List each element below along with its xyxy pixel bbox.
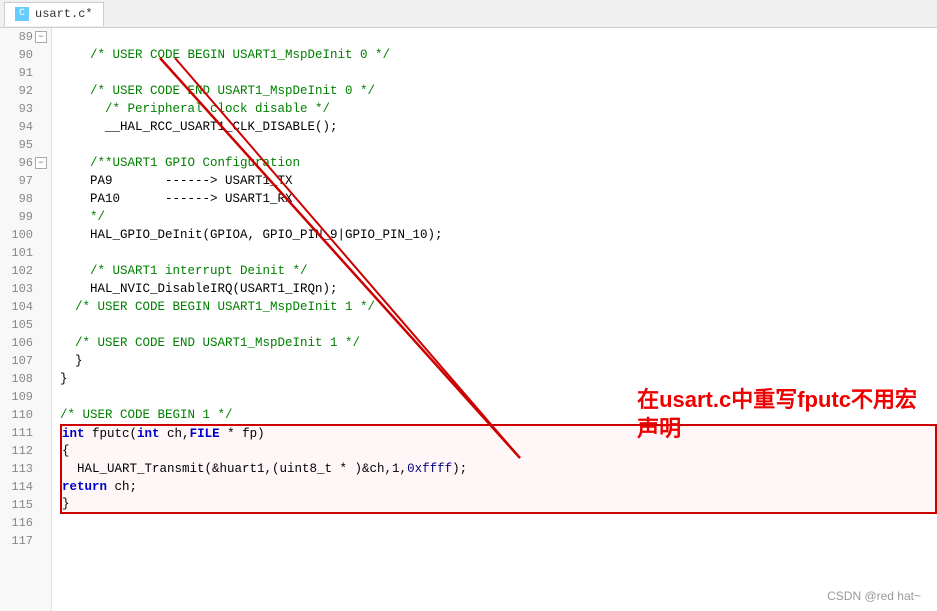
code-line <box>60 136 937 154</box>
line-number-row: 91 <box>0 64 51 82</box>
code-line: HAL_NVIC_DisableIRQ(USART1_IRQn); <box>60 280 937 298</box>
line-number-row: 101 <box>0 244 51 262</box>
file-icon: C <box>15 7 29 21</box>
line-number-row: 92 <box>0 82 51 100</box>
code-line: /* USART1 interrupt Deinit */ <box>60 262 937 280</box>
line-number-row: 96− <box>0 154 51 172</box>
code-line: /**USART1 GPIO Configuration <box>60 154 937 172</box>
line-number-row: 95 <box>0 136 51 154</box>
line-numbers: 89−90919293949596−9798991001011021031041… <box>0 28 52 611</box>
code-line: /* USER CODE BEGIN 1 */ <box>60 406 937 424</box>
line-number-row: 102 <box>0 262 51 280</box>
line-number-row: 107 <box>0 352 51 370</box>
line-number-row: 106 <box>0 334 51 352</box>
line-number-row: 111 <box>0 424 51 442</box>
line-number-row: 99 <box>0 208 51 226</box>
tab-bar: C usart.c* <box>0 0 937 28</box>
watermark: CSDN @red hat~ <box>827 589 921 603</box>
line-number-row: 89− <box>0 28 51 46</box>
line-number-row: 115 <box>0 496 51 514</box>
code-line <box>60 532 937 550</box>
code-line: /* USER CODE BEGIN USART1_MspDeInit 1 */ <box>60 298 937 316</box>
code-line: PA9 ------> USART1_TX <box>60 172 937 190</box>
code-line <box>60 64 937 82</box>
line-number-row: 117 <box>0 532 51 550</box>
line-number-row: 98 <box>0 190 51 208</box>
code-line: HAL_UART_Transmit(&huart1,(uint8_t * )&c… <box>60 460 937 478</box>
line-number-row: 100 <box>0 226 51 244</box>
fold-icon[interactable]: − <box>35 31 47 43</box>
code-line <box>60 316 937 334</box>
code-line <box>60 244 937 262</box>
line-number-row: 113 <box>0 460 51 478</box>
editor: 89−90919293949596−9798991001011021031041… <box>0 28 937 611</box>
line-number-row: 108 <box>0 370 51 388</box>
code-line <box>60 28 937 46</box>
code-line: PA10 ------> USART1_RX <box>60 190 937 208</box>
line-number-row: 110 <box>0 406 51 424</box>
code-line: { <box>60 442 937 460</box>
code-line: __HAL_RCC_USART1_CLK_DISABLE(); <box>60 118 937 136</box>
fold-icon[interactable]: − <box>35 157 47 169</box>
code-line: } <box>60 496 937 514</box>
code-line <box>60 388 937 406</box>
code-line: HAL_GPIO_DeInit(GPIOA, GPIO_PIN_9|GPIO_P… <box>60 226 937 244</box>
code-line: /* USER CODE BEGIN USART1_MspDeInit 0 */ <box>60 46 937 64</box>
line-number-row: 116 <box>0 514 51 532</box>
code-line <box>60 514 937 532</box>
line-number-row: 105 <box>0 316 51 334</box>
line-number-row: 94 <box>0 118 51 136</box>
line-number-row: 93 <box>0 100 51 118</box>
code-line: /* USER CODE END USART1_MspDeInit 1 */ <box>60 334 937 352</box>
line-number-row: 112 <box>0 442 51 460</box>
code-line: /* Peripheral clock disable */ <box>60 100 937 118</box>
usart-tab[interactable]: C usart.c* <box>4 2 104 26</box>
tab-label: usart.c* <box>35 7 93 21</box>
code-line: int fputc(int ch,FILE * fp) <box>60 424 937 442</box>
line-number-row: 114 <box>0 478 51 496</box>
code-line: */ <box>60 208 937 226</box>
code-line: } <box>60 370 937 388</box>
line-number-row: 103 <box>0 280 51 298</box>
line-number-row: 109 <box>0 388 51 406</box>
code-area[interactable]: /* USER CODE BEGIN USART1_MspDeInit 0 */… <box>52 28 937 611</box>
line-number-row: 97 <box>0 172 51 190</box>
code-line: } <box>60 352 937 370</box>
code-line: return ch; <box>60 478 937 496</box>
line-number-row: 104 <box>0 298 51 316</box>
line-number-row: 90 <box>0 46 51 64</box>
code-line: /* USER CODE END USART1_MspDeInit 0 */ <box>60 82 937 100</box>
